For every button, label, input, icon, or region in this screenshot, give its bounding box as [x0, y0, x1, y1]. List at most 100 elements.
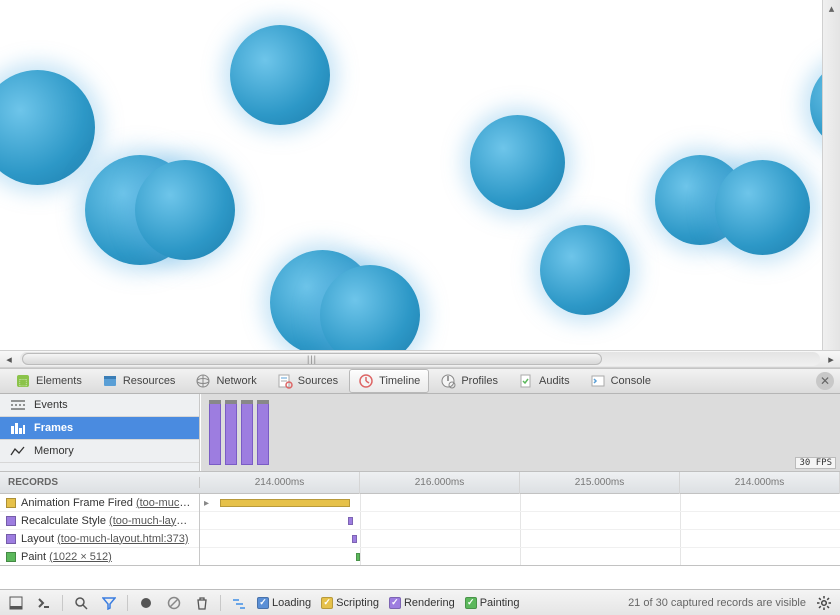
status-text: 21 of 30 captured records are visible	[628, 597, 806, 609]
timeline-mode-sidebar: Events Frames Memory	[0, 394, 200, 471]
filter-rendering[interactable]: ✓Rendering	[389, 597, 455, 609]
viewport-horizontal-scrollbar[interactable]: ◂ ||| ▸	[0, 350, 840, 368]
tab-profiles[interactable]: Profiles	[431, 369, 507, 393]
record-data-row	[200, 548, 840, 566]
record-swatch	[6, 552, 16, 562]
checkbox-icon: ✓	[389, 597, 401, 609]
timeline-mode-memory[interactable]: Memory	[0, 440, 199, 463]
filter-painting[interactable]: ✓Painting	[465, 597, 520, 609]
tab-label: Elements	[36, 375, 82, 387]
scroll-left-arrow-icon[interactable]: ◂	[0, 351, 18, 367]
checkbox-icon: ✓	[465, 597, 477, 609]
records-header-label: RECORDS	[0, 477, 200, 488]
ball	[135, 160, 235, 260]
ball	[230, 25, 330, 125]
profiles-icon	[440, 373, 456, 389]
tab-network[interactable]: Network	[186, 369, 265, 393]
tab-timeline[interactable]: Timeline	[349, 369, 429, 393]
scrollbar-thumb[interactable]: |||	[22, 353, 602, 365]
time-column-header: 215.000ms	[520, 472, 680, 494]
tab-label: Resources	[123, 375, 176, 387]
timeline-overview-graph[interactable]: 30 FPS	[200, 394, 840, 471]
record-swatch	[6, 534, 16, 544]
devtools-bottom-toolbar: ✓Loading✓Scripting✓Rendering✓Painting 21…	[0, 589, 840, 615]
record-button[interactable]	[136, 593, 156, 613]
scroll-right-arrow-icon[interactable]: ▸	[822, 351, 840, 367]
garbage-collect-button[interactable]	[192, 593, 212, 613]
sources-icon	[277, 373, 293, 389]
record-bar[interactable]	[356, 553, 360, 561]
tab-sources[interactable]: Sources	[268, 369, 347, 393]
devtools-tabstrip: ⬚ Elements Resources Network Sources Timeline…	[0, 368, 840, 394]
mode-label: Events	[34, 399, 68, 411]
ball	[470, 115, 565, 210]
filter-scripting[interactable]: ✓Scripting	[321, 597, 379, 609]
filter-loading[interactable]: ✓Loading	[257, 597, 311, 609]
record-label: Paint (1022 × 512)	[21, 551, 193, 563]
fps-badge: 30 FPS	[795, 457, 836, 469]
settings-gear-icon[interactable]	[814, 593, 834, 613]
scrollbar-track[interactable]: |||	[20, 352, 820, 366]
time-column-header: 214.000ms	[680, 472, 840, 494]
time-column-header: 214.000ms	[200, 472, 360, 494]
record-row[interactable]: Recalculate Style (too-much-layou...	[0, 512, 199, 530]
close-devtools-button[interactable]: ✕	[816, 372, 834, 390]
glue-async-button[interactable]	[229, 593, 249, 613]
record-swatch	[6, 498, 16, 508]
tab-audits[interactable]: Audits	[509, 369, 579, 393]
record-bar[interactable]	[348, 517, 353, 525]
checkbox-icon: ✓	[321, 597, 333, 609]
tab-label: Sources	[298, 375, 338, 387]
tab-label: Network	[216, 375, 256, 387]
tab-label: Profiles	[461, 375, 498, 387]
mode-label: Frames	[34, 422, 73, 434]
scroll-up-arrow-icon[interactable]: ▴	[823, 0, 840, 16]
record-row[interactable]: Animation Frame Fired (too-much-...	[0, 494, 199, 512]
record-bar[interactable]	[352, 535, 357, 543]
elements-icon: ⬚	[15, 373, 31, 389]
frames-icon	[10, 422, 26, 434]
ball	[715, 160, 810, 255]
record-data-row	[200, 512, 840, 530]
checkbox-icon: ✓	[257, 597, 269, 609]
filter-label: Rendering	[404, 597, 455, 609]
ball	[0, 70, 95, 185]
timeline-icon	[358, 373, 374, 389]
record-row[interactable]: Paint (1022 × 512)	[0, 548, 199, 566]
dock-side-button[interactable]	[6, 593, 26, 613]
svg-text:⬚: ⬚	[19, 377, 28, 387]
filter-label: Loading	[272, 597, 311, 609]
tab-resources[interactable]: Resources	[93, 369, 185, 393]
resources-icon	[102, 373, 118, 389]
timeline-frame-bars	[209, 400, 269, 465]
timeline-overview: Events Frames Memory 30 FPS	[0, 394, 840, 472]
tab-console[interactable]: Console	[581, 369, 660, 393]
tab-label: Console	[611, 375, 651, 387]
record-row[interactable]: Layout (too-much-layout.html:373)	[0, 530, 199, 548]
record-label: Layout (too-much-layout.html:373)	[21, 533, 193, 545]
time-column-header: 216.000ms	[360, 472, 520, 494]
timeline-mode-events[interactable]: Events	[0, 394, 199, 417]
record-data-row	[200, 494, 840, 512]
memory-icon	[10, 445, 26, 457]
record-label: Recalculate Style (too-much-layou...	[21, 515, 193, 527]
tab-label: Audits	[539, 375, 570, 387]
clear-button[interactable]	[164, 593, 184, 613]
record-label: Animation Frame Fired (too-much-...	[21, 497, 193, 509]
filter-label: Painting	[480, 597, 520, 609]
network-icon	[195, 373, 211, 389]
timeline-mode-frames[interactable]: Frames	[0, 417, 199, 440]
record-data-row	[200, 530, 840, 548]
records-grid: Animation Frame Fired (too-much-... Recal…	[0, 494, 840, 566]
search-icon[interactable]	[71, 593, 91, 613]
record-bar[interactable]	[220, 499, 350, 507]
filter-icon[interactable]	[99, 593, 119, 613]
viewport-vertical-scrollbar[interactable]: ▴	[822, 0, 840, 350]
page-viewport	[0, 0, 840, 350]
tab-elements[interactable]: ⬚ Elements	[6, 369, 91, 393]
show-console-button[interactable]	[34, 593, 54, 613]
mode-label: Memory	[34, 445, 74, 457]
record-swatch	[6, 516, 16, 526]
filter-label: Scripting	[336, 597, 379, 609]
audits-icon	[518, 373, 534, 389]
